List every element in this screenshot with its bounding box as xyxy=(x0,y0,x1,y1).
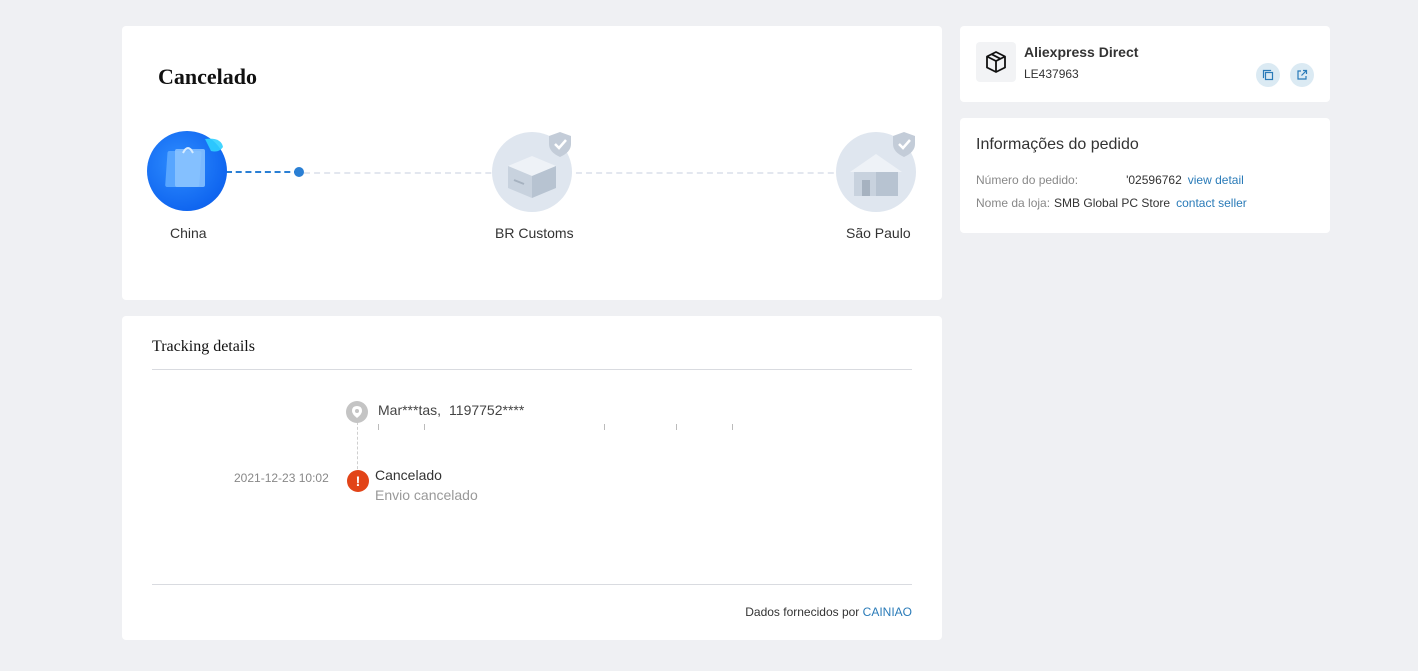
divider xyxy=(152,584,912,585)
data-provider: Dados fornecidos por CAINIAO xyxy=(745,605,912,619)
recipient-phone: 1197752**** xyxy=(449,402,525,418)
open-external-button[interactable] xyxy=(1290,63,1314,87)
copy-button[interactable] xyxy=(1256,63,1280,87)
order-info-card: Informações do pedido Número do pedido: '… xyxy=(960,118,1330,233)
stage-china-icon xyxy=(147,131,227,211)
order-number-row: Número do pedido: '02596762 view detail xyxy=(976,173,1244,187)
stage-label-china: China xyxy=(170,225,207,241)
store-name-label: Nome da loja: xyxy=(976,196,1051,210)
external-link-icon xyxy=(1297,69,1308,80)
carrier-card: Aliexpress Direct LE437963 xyxy=(960,26,1330,102)
stage-label-customs: BR Customs xyxy=(495,225,574,241)
shipment-status-card: Cancelado China BR Customs São Paulo xyxy=(122,26,942,300)
divider xyxy=(152,369,912,370)
tracking-title: Tracking details xyxy=(152,338,255,355)
timeline-line xyxy=(357,422,358,474)
shield-check-icon xyxy=(549,132,571,157)
stage-customs-icon xyxy=(492,132,572,212)
recipient-address: Mar***tas, 1197752**** xyxy=(378,402,524,418)
package-icon xyxy=(976,42,1016,82)
event-title: Cancelado xyxy=(375,467,442,483)
progress-completed-line xyxy=(226,171,300,173)
view-detail-link[interactable]: view detail xyxy=(1188,173,1244,187)
store-name-row: Nome da loja: SMB Global PC Store contact … xyxy=(976,196,1247,210)
alert-icon: ! xyxy=(347,470,369,492)
contact-seller-link[interactable]: contact seller xyxy=(1176,196,1247,210)
status-title: Cancelado xyxy=(158,64,257,89)
tracking-number: LE437963 xyxy=(1024,67,1079,81)
shopping-bag-icon xyxy=(165,138,223,187)
shield-check-icon xyxy=(893,132,915,157)
store-name-value: SMB Global PC Store xyxy=(1054,196,1171,210)
order-info-title: Informações do pedido xyxy=(976,136,1139,153)
progress-pending-line xyxy=(304,172,864,174)
carrier-name: Aliexpress Direct xyxy=(1024,44,1139,60)
order-number-label: Número do pedido: xyxy=(976,173,1079,187)
progress-current-dot xyxy=(294,167,304,177)
event-time: 2021-12-23 10:02 xyxy=(234,471,329,485)
stage-label-destination: São Paulo xyxy=(846,225,911,241)
recipient-name: Mar***tas, xyxy=(378,402,442,418)
order-number-value: '02596762 xyxy=(1126,173,1182,187)
location-pin-icon xyxy=(346,401,368,423)
event-subtitle: Envio cancelado xyxy=(375,487,478,503)
stage-destination-icon xyxy=(836,132,916,212)
tracking-details-card: Tracking details Mar***tas, 1197752**** 2… xyxy=(122,316,942,640)
provider-prefix: Dados fornecidos por xyxy=(745,605,860,619)
copy-icon xyxy=(1262,69,1274,81)
masked-address-line xyxy=(378,424,738,430)
provider-link[interactable]: CAINIAO xyxy=(863,605,912,619)
